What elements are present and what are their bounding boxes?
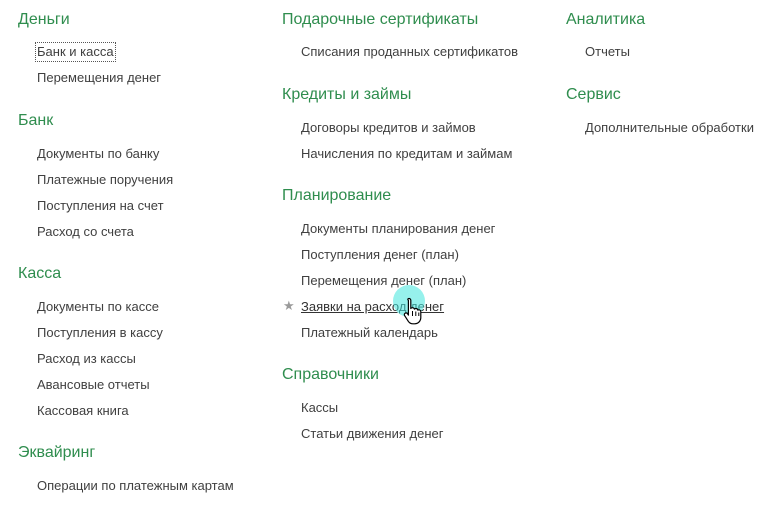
- link-payment-calendar[interactable]: Платежный календарь: [301, 325, 438, 341]
- link-cash-registers[interactable]: Кассы: [301, 400, 338, 416]
- link-payment-orders[interactable]: Платежные поручения: [37, 172, 173, 188]
- link-certificate-writeoffs[interactable]: Списания проданных сертификатов: [301, 44, 518, 60]
- link-advance-reports[interactable]: Авансовые отчеты: [37, 377, 150, 393]
- section-title-cash: Касса: [18, 265, 62, 282]
- link-money-transfers[interactable]: Перемещения денег: [37, 70, 161, 86]
- link-cash-flow-items[interactable]: Статьи движения денег: [301, 426, 443, 442]
- link-cash-receipts[interactable]: Поступления в кассу: [37, 325, 163, 341]
- section-title-analytics: Аналитика: [566, 11, 646, 28]
- link-account-receipts[interactable]: Поступления на счет: [37, 198, 164, 214]
- link-loan-contracts[interactable]: Договоры кредитов и займов: [301, 120, 476, 136]
- link-cash-book[interactable]: Кассовая книга: [37, 403, 129, 419]
- link-cash-documents[interactable]: Документы по кассе: [37, 299, 159, 315]
- star-icon[interactable]: ★: [283, 298, 295, 314]
- section-title-money: Деньги: [18, 11, 70, 28]
- link-expense-requests[interactable]: Заявки на расход денег: [301, 299, 444, 315]
- section-title-bank: Банк: [18, 112, 54, 129]
- link-bank-and-cash[interactable]: Банк и касса: [35, 42, 116, 62]
- link-cash-expenses[interactable]: Расход из кассы: [37, 351, 136, 367]
- link-planned-transfers[interactable]: Перемещения денег (план): [301, 273, 466, 289]
- section-title-gift-certificates: Подарочные сертификаты: [282, 11, 479, 28]
- section-title-directories: Справочники: [282, 366, 379, 383]
- link-bank-documents[interactable]: Документы по банку: [37, 146, 159, 162]
- link-card-operations[interactable]: Операции по платежным картам: [37, 478, 234, 494]
- link-additional-processing[interactable]: Дополнительные обработки: [585, 120, 754, 136]
- functions-panel: Деньги Банк и касса Перемещения денег Ба…: [0, 0, 782, 511]
- link-reports[interactable]: Отчеты: [585, 44, 630, 60]
- section-title-planning: Планирование: [282, 187, 392, 204]
- section-title-acquiring: Эквайринг: [18, 444, 96, 461]
- section-title-credits-loans: Кредиты и займы: [282, 86, 412, 103]
- link-account-expenses[interactable]: Расход со счета: [37, 224, 134, 240]
- link-planned-receipts[interactable]: Поступления денег (план): [301, 247, 459, 263]
- link-loan-accruals[interactable]: Начисления по кредитам и займам: [301, 146, 512, 162]
- link-planning-documents[interactable]: Документы планирования денег: [301, 221, 495, 237]
- section-title-service: Сервис: [566, 86, 621, 103]
